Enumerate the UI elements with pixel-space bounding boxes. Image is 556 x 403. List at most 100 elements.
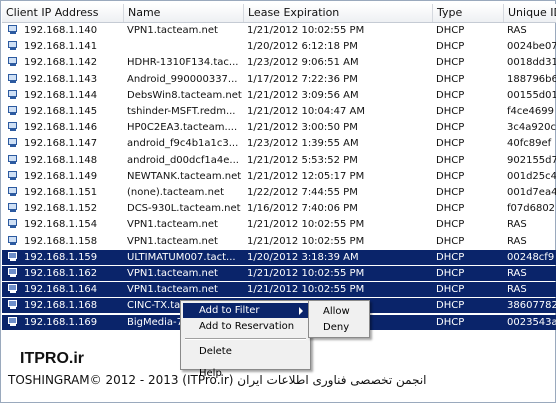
cell-name: NEWTANK.tacteam.net <box>127 170 242 182</box>
cell-unique-id: 188796b6 <box>507 73 556 85</box>
column-lease-expiration[interactable]: Lease Expiration <box>244 4 433 22</box>
computer-icon <box>7 203 19 213</box>
menu-item-add-to-filter[interactable]: Add to Filter <box>183 303 308 318</box>
column-unique-id[interactable]: Unique ID <box>504 4 556 22</box>
cell-client-ip: 192.168.1.151 <box>24 187 98 198</box>
cell-unique-id: 40fc89ef <box>507 138 552 150</box>
cell-client-ip: 192.168.1.154 <box>24 219 98 231</box>
cell-client-ip: 192.168.1.162 <box>24 268 98 279</box>
cell-unique-id: 902155d7 <box>507 154 556 166</box>
table-row[interactable]: 192.168.1.159 ULTIMATUM007.tact... 1/20/20… <box>2 249 556 265</box>
table-row[interactable]: 192.168.1.162 VPN1.tacteam.net 1/21/2012 1… <box>2 266 556 281</box>
computer-icon <box>7 41 19 51</box>
cell-unique-id: RAS <box>507 25 527 36</box>
cell-type: DHCP <box>436 316 465 328</box>
cell-name: DebsWin8.tacteam.net <box>127 89 242 101</box>
cell-lease-expiration: 1/21/2012 10:02:55 PM <box>247 25 365 36</box>
cell-type: DHCP <box>436 106 465 117</box>
table-row[interactable]: 192.168.1.141 1/20/2012 6:12:18 PM DHCP 002… <box>2 39 556 54</box>
cell-client-ip: 192.168.1.149 <box>24 170 98 182</box>
table-row[interactable]: 192.168.1.164 VPN1.tacteam.net 1/21/2012 1… <box>2 282 556 298</box>
cell-type: DHCP <box>436 268 465 279</box>
table-row[interactable]: 192.168.1.140 VPN1.tacteam.net 1/21/2012 1… <box>2 23 556 38</box>
cell-name: ULTIMATUM007.tact... <box>127 251 236 263</box>
cell-unique-id: 001d7ea4 <box>507 187 556 198</box>
cell-lease-expiration: 1/23/2012 1:39:55 AM <box>247 138 359 150</box>
column-client-ip[interactable]: Client IP Address <box>2 4 124 22</box>
cell-type: DHCP <box>436 219 465 231</box>
cell-unique-id: 0023543a <box>507 316 556 328</box>
cell-lease-expiration: 1/20/2012 3:18:39 AM <box>247 251 359 263</box>
cell-type: DHCP <box>436 235 465 247</box>
column-name[interactable]: Name <box>124 4 244 22</box>
menu-item-add-to-reservation[interactable]: Add to Reservation <box>183 319 308 334</box>
submenu-item-allow[interactable]: Allow <box>311 304 367 319</box>
cell-type: DHCP <box>436 73 465 85</box>
cell-type: DHCP <box>436 41 465 53</box>
cell-name: HP0C2EA3.tacteam.... <box>127 122 238 134</box>
cell-client-ip: 192.168.1.146 <box>24 122 98 134</box>
cell-type: DHCP <box>436 203 465 215</box>
computer-icon <box>7 187 19 197</box>
cell-lease-expiration: 1/21/2012 10:04:47 AM <box>247 106 366 117</box>
cell-type: DHCP <box>436 170 465 182</box>
cell-client-ip: 192.168.1.158 <box>24 235 98 247</box>
cell-unique-id: RAS <box>507 219 527 231</box>
cell-unique-id: 00155d01 <box>507 89 556 101</box>
table-row[interactable]: 192.168.1.148 android_d00dcf1a4e... 1/21/2… <box>2 153 556 168</box>
table-row[interactable]: 192.168.1.142 HDHR-1310F134.tac... 1/23/20… <box>2 55 556 70</box>
cell-name: Android_990000337... <box>127 73 238 85</box>
cell-type: DHCP <box>436 154 465 166</box>
cell-client-ip: 192.168.1.152 <box>24 203 98 215</box>
table-row[interactable]: 192.168.1.152 DCS-930L.tacteam.net 1/16/20… <box>2 201 556 216</box>
menu-item-label: Add to Filter <box>199 305 260 316</box>
cell-type: DHCP <box>436 57 465 69</box>
table-row[interactable]: 192.168.1.144 DebsWin8.tacteam.net 1/21/20… <box>2 88 556 103</box>
table-row[interactable]: 192.168.1.154 VPN1.tacteam.net 1/21/2012 1… <box>2 217 556 232</box>
computer-icon <box>7 219 19 229</box>
cell-client-ip: 192.168.1.143 <box>24 73 98 85</box>
submenu-item-deny[interactable]: Deny <box>311 320 367 335</box>
computer-icon <box>7 122 19 132</box>
cell-type: DHCP <box>436 187 465 198</box>
site-logo: ITPRO.ir <box>20 350 85 367</box>
table-row[interactable]: 192.168.1.146 HP0C2EA3.tacteam.... 1/21/20… <box>2 120 556 135</box>
column-header: Client IP Address Name Lease Expiration … <box>2 4 556 23</box>
cell-client-ip: 192.168.1.148 <box>24 154 98 166</box>
cell-unique-id: RAS <box>507 268 527 279</box>
cell-type: DHCP <box>436 251 465 263</box>
computer-icon <box>7 300 19 310</box>
cell-client-ip: 192.168.1.168 <box>24 300 98 312</box>
cell-client-ip: 192.168.1.145 <box>24 106 98 117</box>
computer-icon <box>7 73 19 84</box>
cell-lease-expiration: 1/21/2012 10:02:55 PM <box>247 219 365 231</box>
table-row[interactable]: 192.168.1.149 NEWTANK.tacteam.net 1/21/201… <box>2 169 556 184</box>
cell-lease-expiration: 1/16/2012 7:40:06 PM <box>247 203 358 215</box>
cell-unique-id: RAS <box>507 284 527 296</box>
table-row[interactable]: 192.168.1.158 VPN1.tacteam.net 1/21/2012 1… <box>2 234 556 249</box>
context-menu: Add to Filter Add to Reservation Delete … <box>180 300 311 379</box>
table-row[interactable]: 192.168.1.147 android_f9c4b1a1c3... 1/23/2… <box>2 136 556 151</box>
table-row[interactable]: 192.168.1.143 Android_990000337... 1/17/20… <box>2 72 556 87</box>
computer-icon <box>7 251 19 262</box>
table-row[interactable]: 192.168.1.151 (none).tacteam.net 1/22/2012… <box>2 185 556 200</box>
cell-lease-expiration: 1/21/2012 3:09:56 AM <box>247 89 359 101</box>
cell-unique-id: RAS <box>507 235 527 247</box>
computer-icon <box>7 154 19 165</box>
cell-name: VPN1.tacteam.net <box>127 284 218 296</box>
menu-item-delete[interactable]: Delete <box>183 344 308 359</box>
cell-lease-expiration: 1/21/2012 10:02:55 PM <box>247 268 365 279</box>
cell-type: DHCP <box>436 300 465 312</box>
cell-lease-expiration: 1/22/2012 7:44:55 PM <box>247 187 358 198</box>
computer-icon <box>7 106 19 116</box>
computer-icon <box>7 170 19 181</box>
cell-name: HDHR-1310F134.tac... <box>127 57 239 69</box>
cell-lease-expiration: 1/17/2012 7:22:36 PM <box>247 73 358 85</box>
column-type[interactable]: Type <box>433 4 504 22</box>
cell-unique-id: 0024be07 <box>507 41 556 53</box>
table-row[interactable]: 192.168.1.145 tshinder-MSFT.redm... 1/21/2… <box>2 104 556 119</box>
filter-submenu: Allow Deny <box>308 300 370 338</box>
cell-name: android_d00dcf1a4e... <box>127 154 239 166</box>
cell-unique-id: f07d6802 <box>507 203 556 215</box>
cell-name: VPN1.tacteam.net <box>127 235 218 247</box>
